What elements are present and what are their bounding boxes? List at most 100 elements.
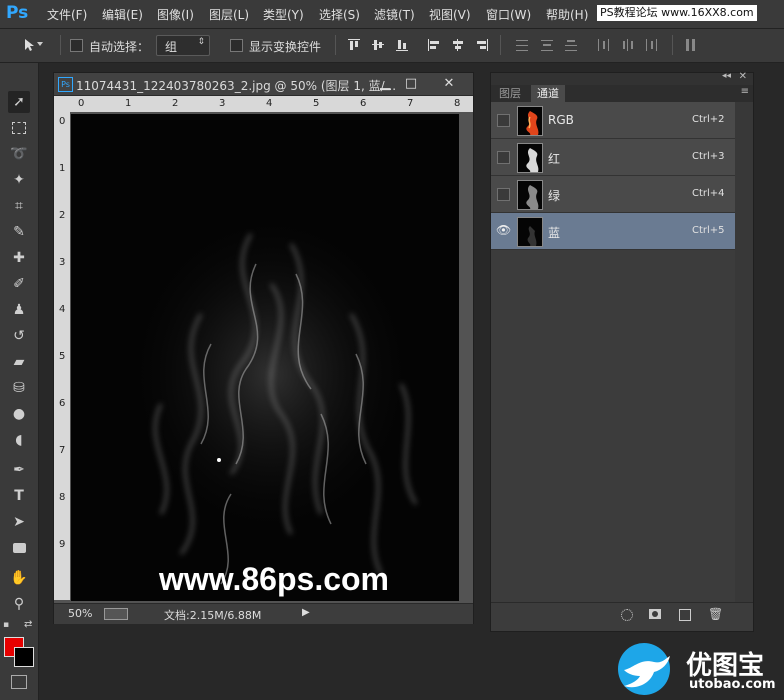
close-button[interactable]: ✕ — [432, 74, 466, 93]
blur-tool-icon[interactable]: ● — [8, 403, 30, 425]
align-top-icon[interactable] — [347, 38, 361, 52]
tab-channels[interactable]: 通道 — [531, 85, 565, 102]
show-transform-checkbox[interactable] — [230, 39, 243, 52]
zoom-tool-icon[interactable]: ⚲ — [8, 593, 30, 615]
channel-row-blue[interactable]: 👁 蓝 Ctrl+5 — [491, 213, 735, 250]
visibility-toggle[interactable] — [497, 114, 510, 127]
channel-shortcut: Ctrl+5 — [692, 225, 725, 236]
channel-row-red[interactable]: 红 Ctrl+3 — [491, 139, 735, 176]
ruler-tick-label: 0 — [78, 98, 85, 109]
lasso-tool-icon[interactable]: ➰ — [8, 143, 30, 165]
eraser-tool-icon[interactable]: ▰ — [8, 351, 30, 373]
channel-shortcut: Ctrl+2 — [692, 114, 725, 125]
load-selection-icon[interactable] — [621, 609, 633, 621]
collapse-icon[interactable]: ◂◂ — [722, 71, 731, 81]
distribute-top-icon[interactable] — [515, 38, 529, 52]
channel-shortcut: Ctrl+3 — [692, 151, 725, 162]
default-colors-icon[interactable]: ▪ — [3, 620, 9, 630]
new-channel-icon[interactable] — [679, 609, 691, 621]
panel-footer: 🗑 — [491, 602, 753, 631]
menu-window[interactable]: 窗口(W) — [486, 6, 531, 23]
align-left-icon[interactable] — [427, 38, 441, 52]
tools-panel: ➚ ➰ ✦ ⌗ ✎ ✚ ✐ ♟ ↺ ▰ ⛁ ● ◖ ✒ T ➤ ✋ ⚲ ▪ ⇄ — [0, 63, 39, 700]
distribute-left-icon[interactable] — [596, 38, 610, 52]
quick-mask-icon[interactable] — [11, 675, 27, 689]
show-transform-label: 显示变换控件 — [249, 40, 322, 54]
document-titlebar[interactable]: Ps 11074431_122403780263_2.jpg @ 50% (图层… — [54, 73, 473, 96]
menu-view[interactable]: 视图(V) — [429, 6, 471, 23]
trash-icon[interactable]: 🗑 — [708, 607, 723, 621]
move-tool-icon[interactable]: ➚ — [8, 91, 30, 113]
ruler-tick-label: 1 — [125, 98, 132, 109]
auto-select-label: 自动选择： — [89, 40, 150, 54]
align-right-icon[interactable] — [475, 38, 489, 52]
menu-help[interactable]: 帮助(H) — [546, 6, 588, 23]
crop-tool-icon[interactable]: ⌗ — [8, 195, 30, 217]
move-tool-icon[interactable] — [22, 38, 36, 52]
menu-filter[interactable]: 滤镜(T) — [374, 6, 415, 23]
menu-edit[interactable]: 编辑(E) — [102, 6, 143, 23]
maximize-button[interactable]: □ — [396, 74, 426, 93]
smoke-image — [121, 204, 421, 585]
align-vcenter-icon[interactable] — [371, 38, 385, 52]
channel-row-green[interactable]: 绿 Ctrl+4 — [491, 176, 735, 213]
menu-select[interactable]: 选择(S) — [319, 6, 360, 23]
type-tool-icon[interactable]: T — [8, 485, 30, 507]
menu-image[interactable]: 图像(I) — [157, 6, 194, 23]
paint-bucket-tool-icon[interactable]: ⛁ — [8, 377, 30, 399]
distribute-hcenter-icon[interactable] — [621, 38, 635, 52]
auto-select-checkbox[interactable] — [70, 39, 83, 52]
panel-menu-icon[interactable]: ≡ — [741, 86, 749, 97]
stamp-tool-icon[interactable]: ♟ — [8, 299, 30, 321]
zoom-level[interactable]: 50% — [68, 607, 92, 620]
history-brush-tool-icon[interactable]: ↺ — [8, 325, 30, 347]
ruler-tick-label: 4 — [266, 98, 273, 109]
chevron-down-icon[interactable] — [36, 40, 44, 48]
panel-scrollbar[interactable] — [735, 102, 753, 602]
visibility-toggle[interactable] — [497, 188, 510, 201]
ruler-tick-label: 5 — [313, 98, 320, 109]
swap-colors-icon[interactable]: ⇄ — [24, 619, 32, 630]
ruler-tick-label: 2 — [59, 210, 66, 221]
channel-row-rgb[interactable]: RGB Ctrl+2 — [491, 102, 735, 139]
magic-wand-tool-icon[interactable]: ✦ — [8, 169, 30, 191]
pen-tool-icon[interactable]: ✒ — [8, 459, 30, 481]
ruler-tick-label: 3 — [219, 98, 226, 109]
ruler-tick-label: 1 — [59, 163, 66, 174]
channel-shortcut: Ctrl+4 — [692, 188, 725, 199]
brush-tool-icon[interactable]: ✐ — [8, 273, 30, 295]
healing-brush-tool-icon[interactable]: ✚ — [8, 247, 30, 269]
visibility-toggle[interactable] — [497, 151, 510, 164]
marquee-tool-icon[interactable] — [8, 117, 30, 139]
hand-tool-icon[interactable]: ✋ — [8, 567, 30, 589]
distribute-bottom-icon[interactable] — [564, 38, 578, 52]
align-bottom-icon[interactable] — [395, 38, 409, 52]
menu-type[interactable]: 类型(Y) — [263, 6, 304, 23]
menu-bar: Ps 文件(F) 编辑(E) 图像(I) 图层(L) 类型(Y) 选择(S) 滤… — [0, 0, 784, 29]
ruler-tick-label: 7 — [59, 445, 66, 456]
save-selection-icon[interactable] — [649, 609, 661, 619]
auto-align-icon[interactable] — [684, 38, 698, 52]
ruler-tick-label: 3 — [59, 257, 66, 268]
document-size: 文档:2.15M/6.88M — [164, 609, 262, 622]
dodge-tool-icon[interactable]: ◖ — [8, 429, 30, 451]
align-hcenter-icon[interactable] — [451, 38, 465, 52]
background-color-swatch[interactable] — [14, 647, 34, 667]
path-select-tool-icon[interactable]: ➤ — [8, 511, 30, 533]
brand-url: utobao.com — [689, 677, 776, 692]
image-canvas[interactable]: www.86ps.com — [71, 114, 459, 601]
eye-icon[interactable]: 👁 — [496, 223, 511, 237]
ruler-tick-label: 8 — [454, 98, 461, 109]
tab-layers[interactable]: 图层 — [493, 85, 527, 102]
panel-close-icon[interactable]: ✕ — [739, 71, 747, 82]
distribute-vcenter-icon[interactable] — [540, 38, 554, 52]
menu-layer[interactable]: 图层(L) — [209, 6, 249, 23]
eyedropper-tool-icon[interactable]: ✎ — [8, 221, 30, 243]
menu-file[interactable]: 文件(F) — [47, 6, 87, 23]
shape-tool-icon[interactable] — [8, 537, 30, 559]
auto-select-dropdown[interactable]: 组 ⇕ — [156, 35, 210, 56]
status-icon[interactable] — [104, 608, 128, 620]
status-menu-arrow-icon[interactable]: ▶ — [302, 607, 310, 618]
distribute-right-icon[interactable] — [645, 38, 659, 52]
ruler-tick-label: 2 — [172, 98, 179, 109]
